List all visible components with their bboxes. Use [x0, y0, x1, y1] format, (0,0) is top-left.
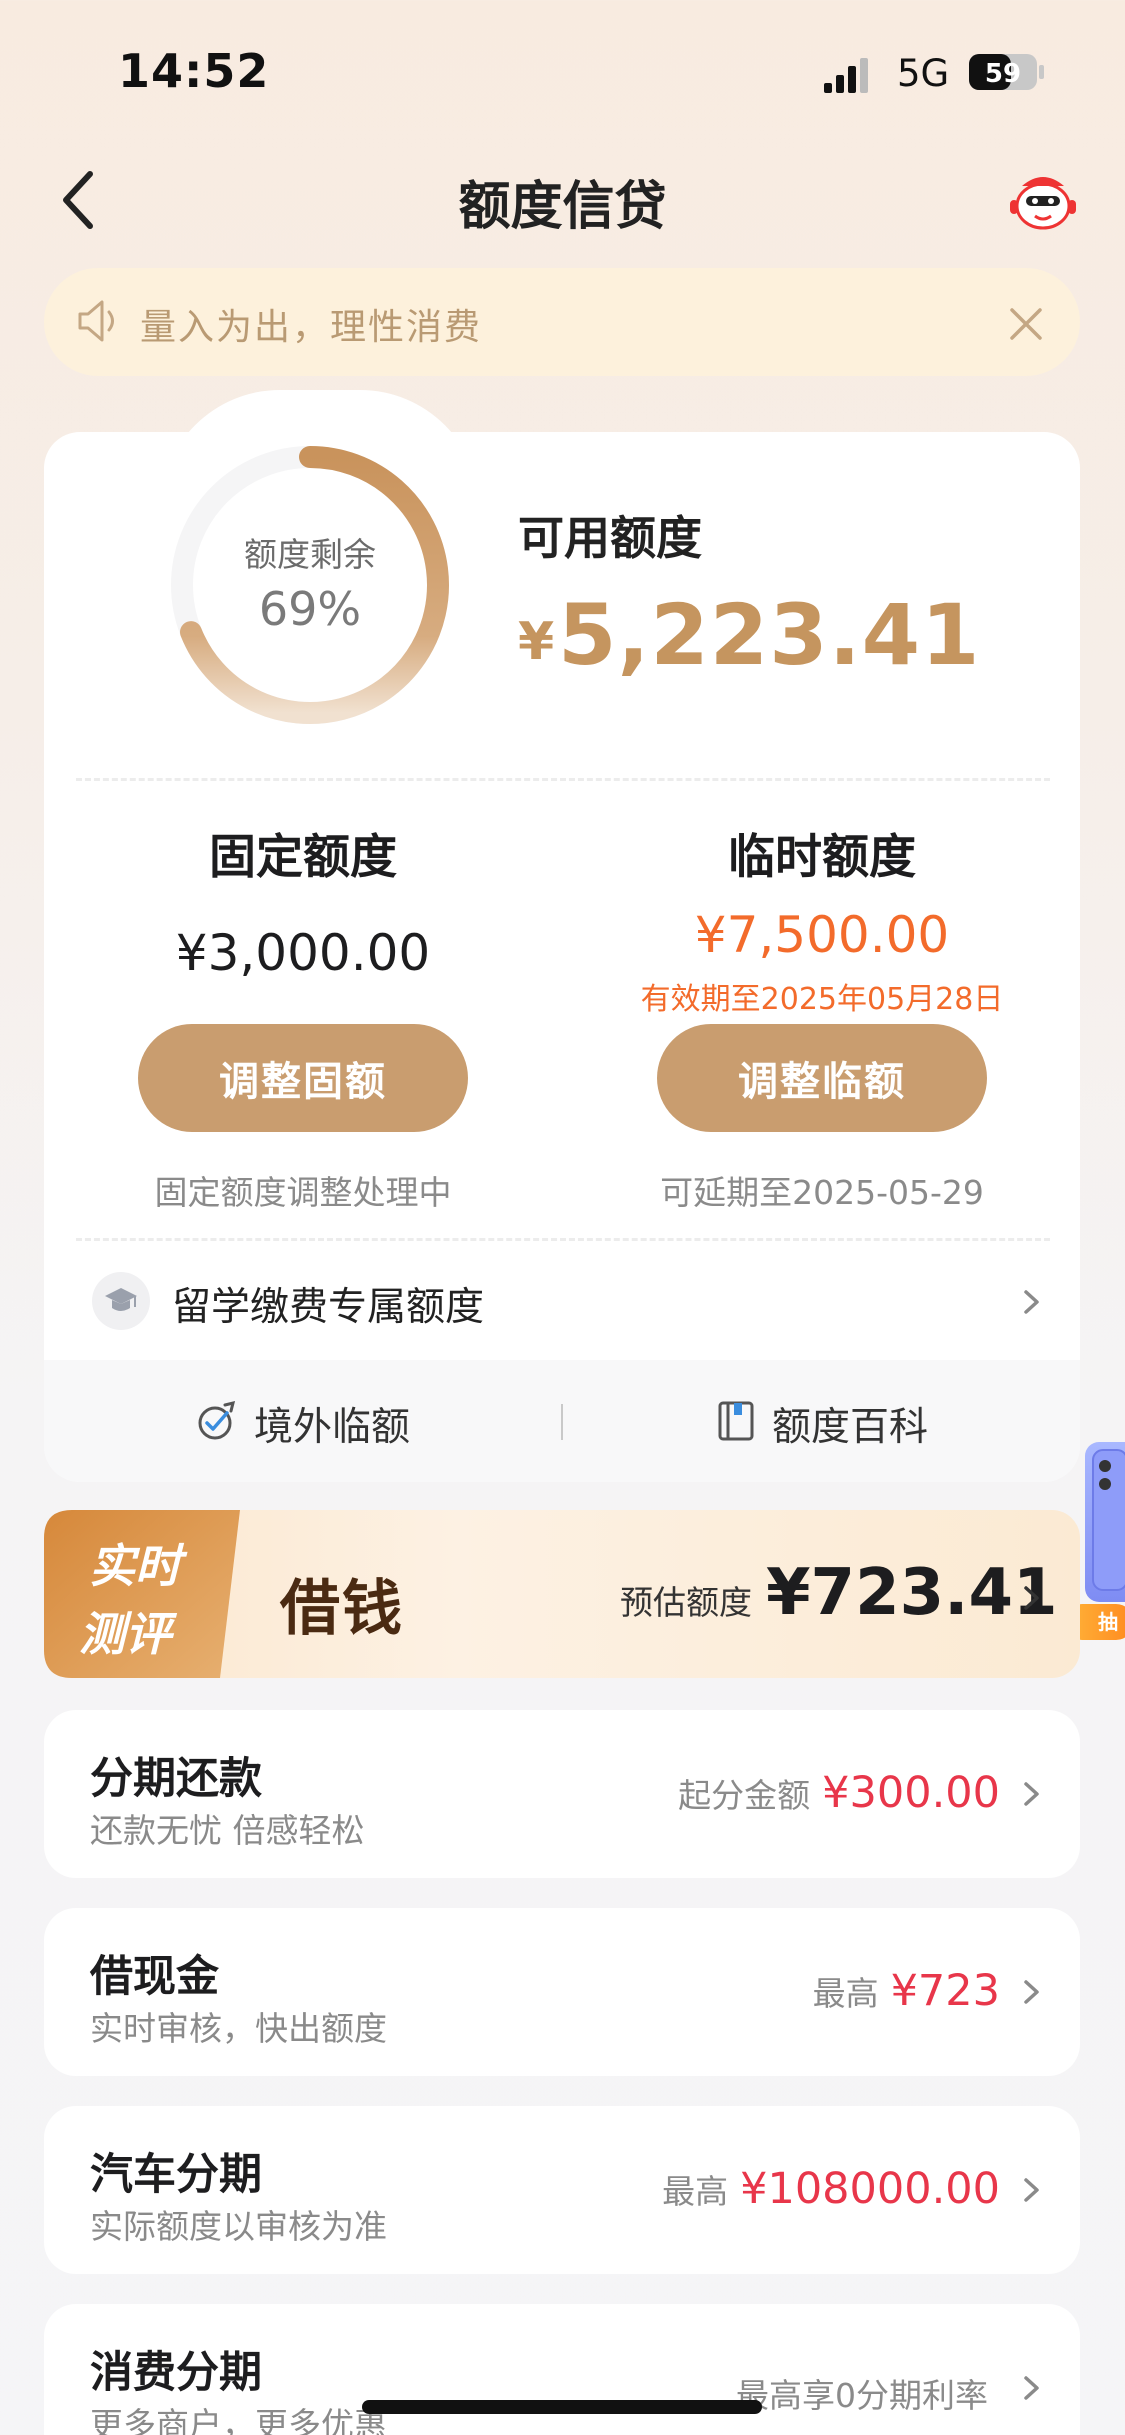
graduation-cap-icon	[105, 1288, 137, 1311]
book-icon[interactable]	[716, 1399, 756, 1443]
currency-symbol: ¥	[518, 612, 555, 672]
chevron-right-icon	[1024, 1782, 1039, 1806]
divider	[561, 1404, 563, 1440]
overseas-globe-icon[interactable]	[195, 1399, 239, 1443]
service-right-label: 最高	[812, 1974, 879, 2013]
notice-text: 量入为出，理性消费	[140, 307, 483, 348]
adjust-fixed-quota-button[interactable]: 调整固额	[138, 1024, 468, 1132]
service-right: 最高 ¥108000.00	[662, 2164, 1000, 2214]
available-quota-label: 可用额度	[518, 511, 702, 565]
service-title: 汽车分期	[90, 2150, 262, 2200]
cellular-signal-icon	[824, 58, 868, 93]
service-right-label: 最高享0分期利率	[736, 2376, 988, 2415]
service-right-value: ¥300.00	[822, 1768, 1000, 1818]
chevron-right-icon	[1024, 1980, 1039, 2004]
temp-quota-amount: ¥7,500.00	[694, 906, 950, 964]
floating-promo-phone[interactable]	[1085, 1442, 1125, 1602]
chevron-right-icon	[1024, 1290, 1039, 1314]
service-right: 最高 ¥723	[813, 1966, 1000, 2016]
home-indicator[interactable]	[362, 2400, 762, 2414]
page-title: 额度信贷	[458, 177, 667, 237]
study-abroad-label: 留学缴费专属额度	[172, 1285, 485, 1330]
temp-quota-title: 临时额度	[728, 830, 916, 885]
temp-quota-expiry: 有效期至2025年05月28日	[640, 982, 1004, 1017]
service-subtitle: 实时审核，快出额度	[90, 2009, 387, 2048]
service-right: 起分金额 ¥300.00	[678, 1768, 1000, 1818]
chevron-right-icon	[1024, 2178, 1039, 2202]
quota-wiki-link[interactable]: 额度百科	[772, 1396, 928, 1452]
temp-quota-note: 可延期至2025-05-29	[660, 1173, 984, 1212]
borrow-title: 借钱	[280, 1574, 404, 1644]
adjust-temp-quota-button[interactable]: 调整临额	[657, 1024, 987, 1132]
service-right-value: ¥723	[890, 1966, 1000, 2016]
service-right-label: 起分金额	[678, 1776, 811, 1815]
fixed-quota-note: 固定额度调整处理中	[154, 1173, 452, 1212]
realtime-eval-tag-line2: 测评	[79, 1607, 171, 1661]
service-subtitle: 更多商户，更多优惠	[90, 2405, 387, 2435]
speaker-icon	[78, 300, 114, 342]
service-subtitle: 实际额度以审核为准	[90, 2207, 387, 2246]
gauge-label: 额度剩余	[244, 535, 376, 574]
estimated-quota-label: 预估额度	[620, 1583, 752, 1622]
battery-icon: 59	[969, 54, 1044, 90]
realtime-eval-tag-line1: 实时	[89, 1539, 181, 1593]
chevron-right-icon	[1024, 1586, 1039, 1610]
service-right-value: ¥108000.00	[740, 2164, 1000, 2214]
battery-level: 59	[985, 59, 1021, 89]
service-subtitle: 还款无忧 倍感轻松	[90, 1811, 365, 1850]
phone-icon	[1092, 1449, 1125, 1591]
close-icon[interactable]	[1006, 304, 1046, 344]
status-time: 14:52	[118, 44, 270, 98]
service-title: 消费分期	[90, 2348, 262, 2398]
service-right: 最高享0分期利率	[736, 2368, 1000, 2418]
overseas-temp-quota-link[interactable]: 境外临额	[254, 1396, 410, 1452]
chevron-right-icon	[1024, 2376, 1039, 2400]
estimated-quota-amount: ¥723.41	[766, 1556, 1058, 1630]
available-quota-amount: 5,223.41	[558, 586, 981, 684]
fixed-quota-title: 固定额度	[209, 830, 397, 885]
service-title: 分期还款	[90, 1754, 262, 1804]
fixed-quota-amount: ¥3,000.00	[175, 924, 431, 982]
gauge-percent: 69%	[258, 582, 362, 636]
customer-service-mascot-icon[interactable]	[1008, 170, 1078, 232]
service-right-label: 最高	[662, 2172, 729, 2211]
divider	[76, 778, 1050, 781]
network-type: 5G	[897, 52, 950, 95]
service-title: 借现金	[90, 1952, 219, 2002]
